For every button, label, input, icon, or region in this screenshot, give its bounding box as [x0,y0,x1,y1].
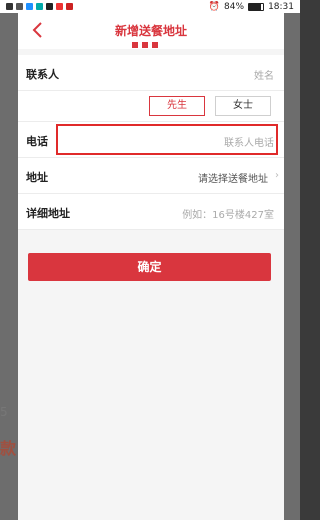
app-icon [56,3,63,10]
gender-female-button[interactable]: 女士 [215,96,271,116]
status-icons-right: ⏰ 84% 18:31 [209,2,294,12]
background-text: 5 [0,405,8,419]
alarm-icon: ⏰ [208,1,221,12]
address-panel: 新增送餐地址 联系人 姓名 先生 女士 电话 联系人电话 地址 请选择送餐地址 … [18,13,284,520]
contact-name-input[interactable]: 姓名 [254,67,274,82]
detail-address-label: 详细地址 [26,207,70,220]
app-icon [36,3,43,10]
confirm-button[interactable]: 确定 [28,253,271,281]
detail-address-row: 详细地址 例如：16号楼427室 [18,194,284,230]
gender-male-button[interactable]: 先生 [149,96,205,116]
detail-address-input[interactable]: 例如：16号楼427室 [182,206,274,221]
chevron-right-icon: › [275,170,279,181]
address-row[interactable]: 地址 请选择送餐地址 › [18,158,284,194]
address-select[interactable]: 请选择送餐地址 [198,170,268,185]
battery-icon [248,2,265,11]
gender-row: 先生 女士 [18,91,284,122]
contact-row: 联系人 姓名 [18,55,284,91]
page-title: 新增送餐地址 [114,24,187,38]
header: 新增送餐地址 [18,13,284,49]
contact-label: 联系人 [26,68,59,81]
status-bar: ⏰ 84% 18:31 [0,0,300,13]
dot [132,42,138,48]
clock: 18:31 [268,1,294,12]
dot [142,42,148,48]
background-text: 款 [0,439,17,458]
title-decoration [132,42,158,48]
background-content: 5 款 [0,405,18,465]
app-icon [46,3,53,10]
dot [152,42,158,48]
app-icon [66,3,73,10]
app-icon [26,3,33,10]
address-label: 地址 [26,171,48,184]
phone-highlight-box [56,124,278,155]
sim-icon [6,3,13,10]
phone-label: 电话 [26,135,48,148]
status-icons-left [6,3,73,10]
battery-percent: 84% [224,1,245,12]
signal-icon [16,3,23,10]
